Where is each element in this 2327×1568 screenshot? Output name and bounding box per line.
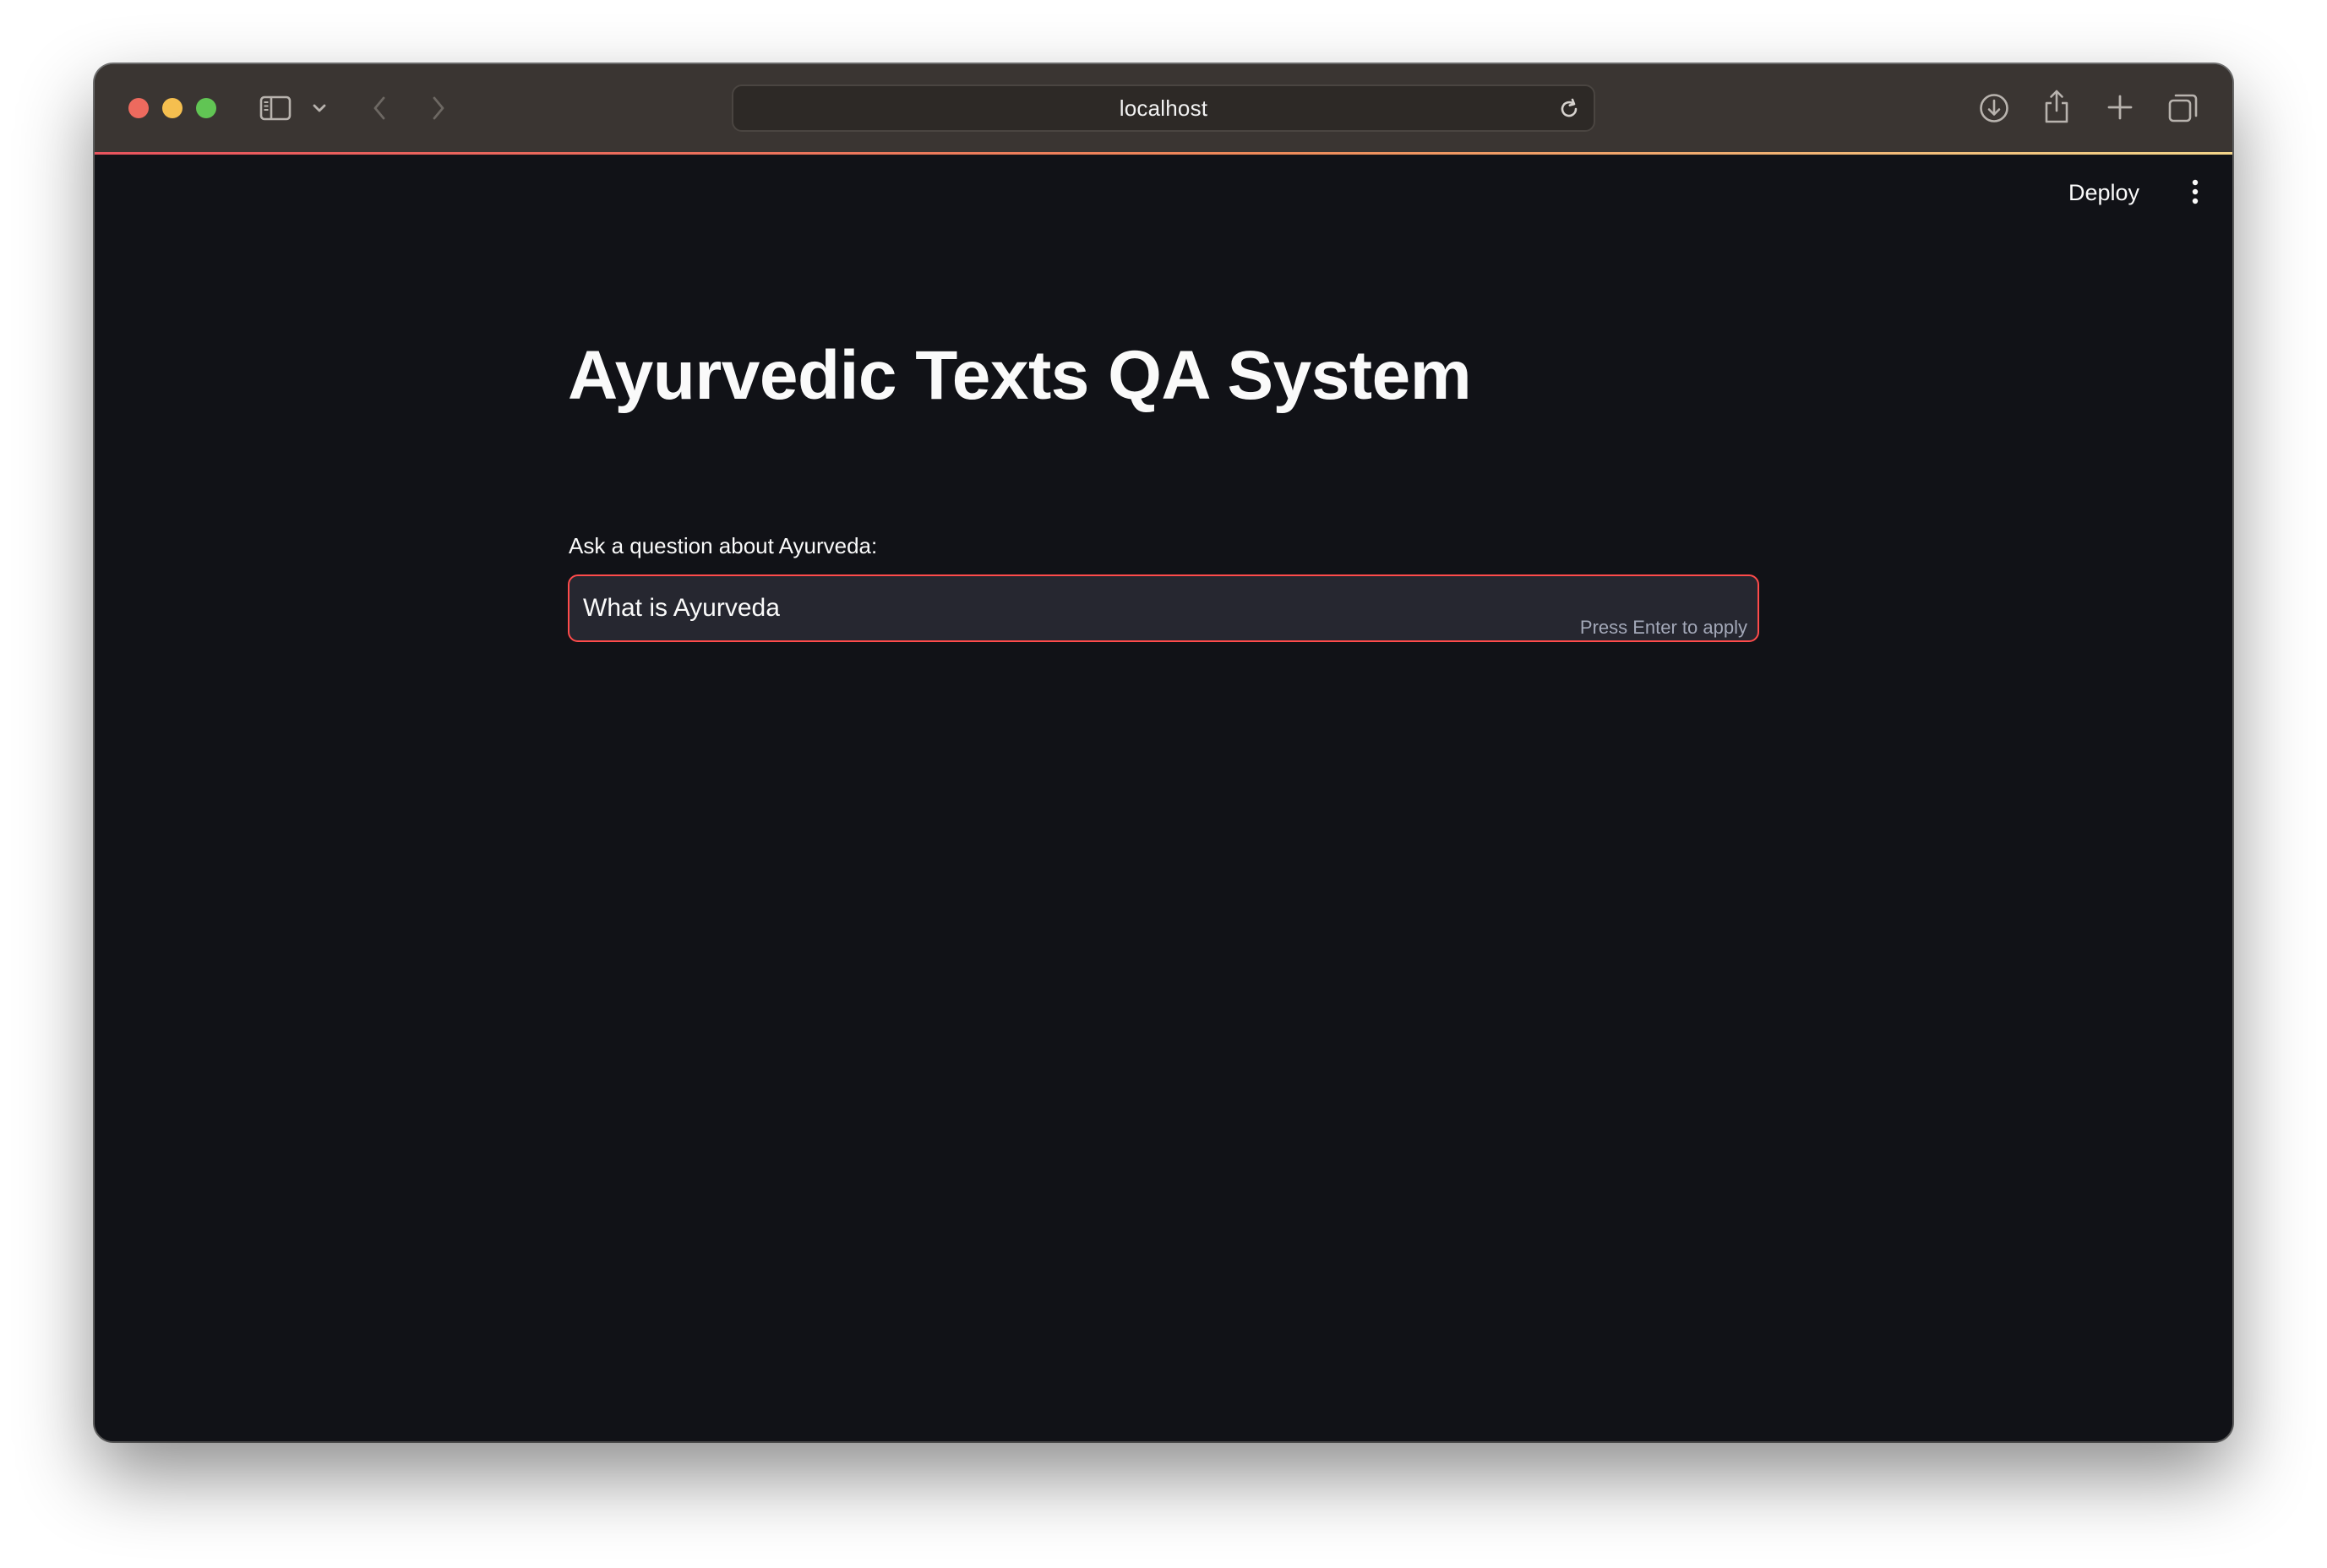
reload-icon[interactable] — [1556, 96, 1582, 122]
input-hint: Press Enter to apply — [1579, 617, 1747, 638]
question-label: Ask a question about Ayurveda: — [569, 533, 878, 558]
question-input-container: Press Enter to apply — [568, 574, 1759, 642]
url-text[interactable]: localhost — [733, 86, 1594, 130]
maximize-button[interactable] — [196, 98, 216, 118]
deploy-button[interactable]: Deploy — [2060, 175, 2148, 211]
share-icon[interactable] — [2041, 88, 2072, 125]
page-title: Ayurvedic Texts QA System — [568, 337, 1472, 414]
chevron-down-icon[interactable] — [311, 100, 328, 117]
minimize-button[interactable] — [162, 98, 183, 118]
close-button[interactable] — [128, 98, 149, 118]
address-bar[interactable]: localhost — [732, 84, 1595, 132]
browser-toolbar: localhost — [95, 64, 2232, 152]
download-icon[interactable] — [1977, 91, 2011, 125]
plus-icon[interactable] — [2106, 93, 2134, 122]
sidebar-icon[interactable] — [259, 95, 292, 122]
forward-arrow-icon[interactable] — [428, 93, 450, 123]
kebab-menu-icon[interactable] — [2187, 177, 2204, 207]
browser-window: localhost Deploy Ayurvedic Texts QA Syst… — [95, 64, 2232, 1441]
app-content: Deploy Ayurvedic Texts QA System Ask a q… — [95, 155, 2232, 1441]
back-arrow-icon[interactable] — [368, 93, 390, 123]
tabs-icon[interactable] — [2166, 91, 2200, 125]
